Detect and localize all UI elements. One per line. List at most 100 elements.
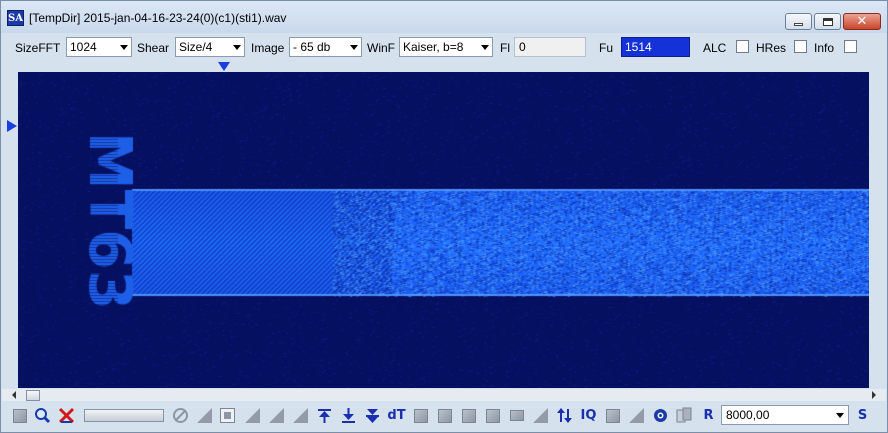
sample-rate-value: 8000,00 <box>726 408 770 422</box>
bottom-toolbar: dT IQ R 8000,00 S <box>2 402 886 432</box>
no-entry-icon <box>173 408 188 423</box>
dt-icon: dT <box>387 408 406 423</box>
gray-button-5[interactable] <box>484 407 501 424</box>
hres-label: HRes <box>756 41 787 55</box>
app-window: SA [TempDir] 2015-jan-04-16-23-24(0)(c1)… <box>0 0 888 433</box>
copy-button[interactable] <box>676 407 693 424</box>
shape-button-6[interactable] <box>628 407 645 424</box>
shear-select[interactable]: Size/4 <box>175 37 245 57</box>
iq-button[interactable]: IQ <box>580 407 597 424</box>
fl-label: Fl <box>500 41 510 55</box>
settings-gear-icon <box>654 409 667 422</box>
frequency-marker-icon[interactable] <box>218 62 230 71</box>
shape-button-2[interactable] <box>244 407 261 424</box>
gray-button-4[interactable] <box>460 407 477 424</box>
s-button[interactable]: S <box>854 407 871 424</box>
sample-rate-select[interactable]: 8000,00 <box>721 405 849 425</box>
arrow-up-icon <box>318 409 331 423</box>
winf-select[interactable]: Kaiser, b=8 <box>399 37 493 57</box>
horizontal-scrollbar[interactable] <box>2 389 886 401</box>
spectrogram-canvas[interactable] <box>18 72 869 388</box>
scroll-right-icon[interactable] <box>872 391 876 399</box>
maximize-button[interactable] <box>814 13 841 30</box>
chevron-down-icon <box>233 45 241 50</box>
alc-label: ALC <box>703 41 727 55</box>
gray-button-2[interactable] <box>412 407 429 424</box>
close-button[interactable]: ✕ <box>843 13 881 30</box>
alc-checkbox[interactable] <box>736 40 749 53</box>
app-logo-icon[interactable]: SA <box>7 10 24 26</box>
gray-button[interactable] <box>11 407 28 424</box>
arrow-up-button[interactable] <box>316 407 333 424</box>
iq-icon: IQ <box>580 408 597 423</box>
settings-toolbar: SizeFFT 1024 Shear Size/4 Image - 65 db … <box>2 34 886 60</box>
dt-button[interactable]: dT <box>387 407 406 424</box>
triangle-icon <box>629 408 644 423</box>
double-arrow-icon <box>366 409 379 423</box>
shape-button-1[interactable] <box>196 407 213 424</box>
s-icon: S <box>857 408 868 423</box>
chevron-down-icon <box>350 45 358 50</box>
image-select[interactable]: - 65 db <box>289 37 362 57</box>
shape-button-3[interactable] <box>268 407 285 424</box>
zoom-button[interactable] <box>34 407 51 424</box>
chevron-down-icon <box>120 45 128 50</box>
sizefft-label: SizeFFT <box>15 41 61 55</box>
winf-label: WinF <box>367 41 395 55</box>
r-button[interactable]: R <box>700 407 717 424</box>
chevron-down-icon <box>836 413 844 418</box>
zoom-icon <box>35 408 51 424</box>
settings-button[interactable] <box>652 407 669 424</box>
fl-field[interactable]: 0 <box>514 37 586 57</box>
cancel-button[interactable] <box>58 407 75 424</box>
square-icon <box>509 410 524 421</box>
shear-value: Size/4 <box>179 40 213 54</box>
swap-icon <box>557 408 572 423</box>
stop-button[interactable] <box>219 407 236 424</box>
shape-button-4[interactable] <box>292 407 309 424</box>
triangle-icon <box>197 408 212 423</box>
no-entry-button[interactable] <box>172 407 189 424</box>
position-slider[interactable] <box>84 409 164 422</box>
r-icon: R <box>703 408 714 423</box>
shear-label: Shear <box>137 41 170 55</box>
copy-icon <box>676 407 692 423</box>
square-icon <box>413 408 428 423</box>
triangle-icon <box>293 408 308 423</box>
gray-button-6[interactable] <box>508 407 525 424</box>
square-icon <box>461 408 476 423</box>
title-bar[interactable]: SA [TempDir] 2015-jan-04-16-23-24(0)(c1)… <box>1 1 887 33</box>
time-marker-icon[interactable] <box>7 120 17 132</box>
image-value: - 65 db <box>293 40 331 54</box>
fu-field[interactable]: 1514 <box>621 37 690 57</box>
minimize-icon <box>794 23 803 26</box>
triangle-icon <box>269 408 284 423</box>
info-label: Info <box>814 41 835 55</box>
chevron-down-icon <box>481 45 489 50</box>
image-label: Image <box>251 41 285 55</box>
square-icon <box>485 408 500 423</box>
scroll-left-icon[interactable] <box>12 391 16 399</box>
gray-button-7[interactable] <box>604 407 621 424</box>
fu-label: Fu <box>599 41 614 55</box>
close-icon: ✕ <box>856 14 868 29</box>
info-checkbox[interactable] <box>844 40 857 53</box>
gray-button-3[interactable] <box>436 407 453 424</box>
double-arrow-button[interactable] <box>364 407 381 424</box>
arrow-down-button[interactable] <box>340 407 357 424</box>
hres-checkbox[interactable] <box>794 40 807 53</box>
shape-button-5[interactable] <box>532 407 549 424</box>
sizefft-select[interactable]: 1024 <box>66 37 132 57</box>
stop-icon <box>220 408 235 423</box>
square-icon <box>437 408 452 423</box>
triangle-icon <box>533 408 548 423</box>
scroll-thumb[interactable] <box>26 390 40 401</box>
arrow-down-icon <box>342 408 355 423</box>
square-icon <box>605 408 620 423</box>
winf-value: Kaiser, b=8 <box>403 40 464 54</box>
swap-button[interactable] <box>556 407 573 424</box>
triangle-icon <box>245 408 260 423</box>
square-icon <box>12 408 27 423</box>
window-title: [TempDir] 2015-jan-04-16-23-24(0)(c1)(st… <box>29 11 287 25</box>
minimize-button[interactable] <box>785 13 812 30</box>
